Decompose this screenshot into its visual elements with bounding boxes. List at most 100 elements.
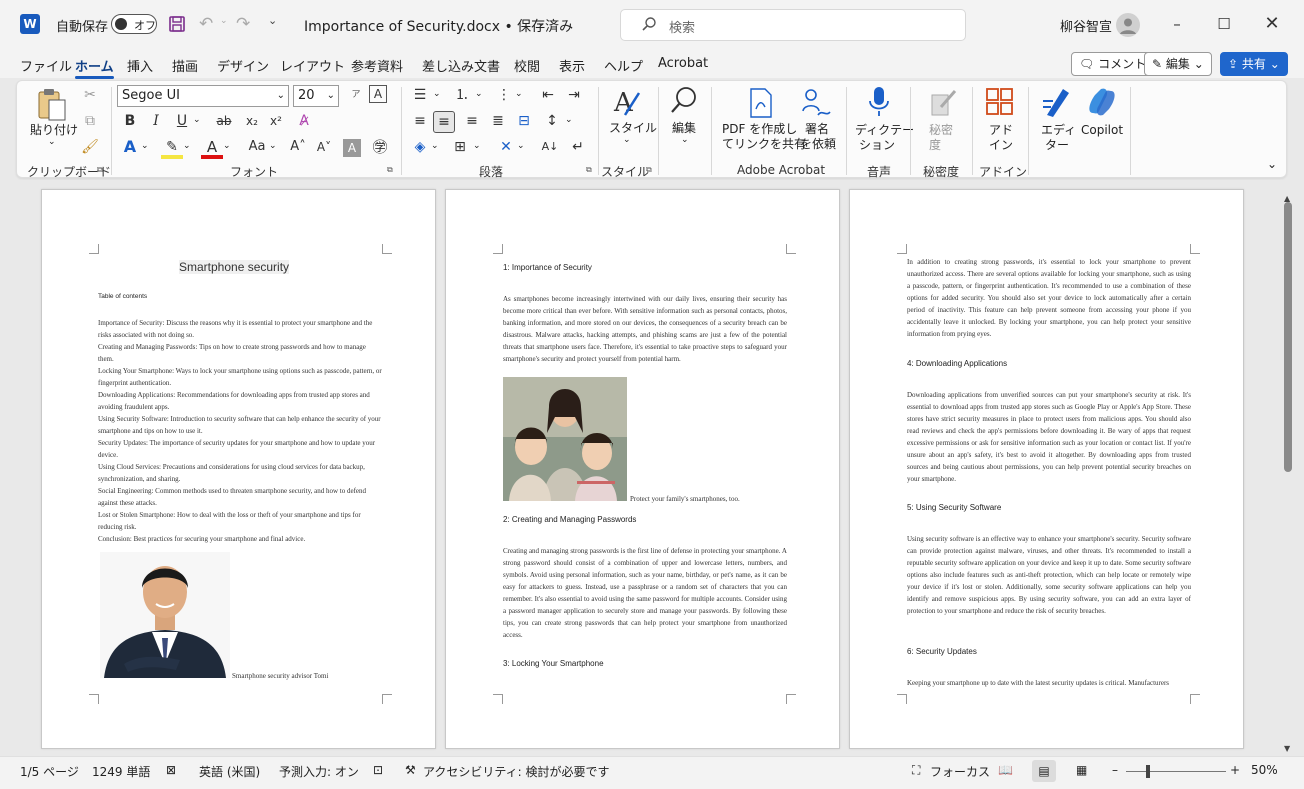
bold-icon[interactable]: B xyxy=(119,111,141,133)
customize-qat-icon[interactable]: ⌄ xyxy=(268,14,277,27)
phonetic-guide-icon[interactable]: ア xyxy=(345,85,367,107)
superscript-icon[interactable]: x² xyxy=(265,111,287,133)
word-count[interactable]: 1249 単語 xyxy=(92,763,150,780)
dictate-label-1[interactable]: ディクテー xyxy=(855,123,914,138)
enclose-characters-icon[interactable]: ㊫ xyxy=(369,137,391,159)
autosave-toggle[interactable]: オフ xyxy=(111,14,157,34)
asian-layout-icon[interactable]: ✕ xyxy=(495,137,517,159)
sensitivity-icon[interactable] xyxy=(929,87,957,117)
request-signature-icon[interactable] xyxy=(801,87,835,119)
find-icon[interactable] xyxy=(669,85,699,117)
tab-home[interactable]: ホーム xyxy=(75,56,114,79)
styles-label[interactable]: スタイル xyxy=(609,121,657,136)
chevron-down-icon[interactable]: ⌄ xyxy=(475,89,483,99)
title-chevron-down-icon[interactable]: ⌄ xyxy=(536,15,546,29)
dictate-label-2[interactable]: ション xyxy=(859,138,895,153)
family-photo[interactable] xyxy=(503,377,627,501)
chevron-down-icon[interactable]: ⌄ xyxy=(431,141,439,151)
create-pdf-icon[interactable] xyxy=(747,87,775,119)
microphone-icon[interactable] xyxy=(867,85,891,119)
font-name-combo[interactable]: Segoe UI ⌄ xyxy=(117,85,289,107)
advisor-photo[interactable] xyxy=(100,552,230,678)
align-right-icon[interactable]: ≡ xyxy=(461,111,483,133)
zoom-out-icon[interactable]: – xyxy=(1112,763,1118,777)
document-title[interactable]: Importance of Security.docx • 保存済み xyxy=(304,16,573,36)
addins-label-2[interactable]: イン xyxy=(989,138,1013,153)
shrink-font-icon[interactable]: A˅ xyxy=(313,137,335,159)
copy-icon[interactable]: ⧉ xyxy=(79,111,101,133)
enclosed-character-icon[interactable]: A xyxy=(369,85,387,103)
read-mode-icon[interactable]: 📖 xyxy=(998,763,1013,777)
sensitivity-label-2[interactable]: 度 xyxy=(929,138,941,153)
tab-draw[interactable]: 描画 xyxy=(172,56,198,75)
styles-icon[interactable]: A xyxy=(611,85,643,119)
share-button[interactable]: ⇪ 共有 ⌄ xyxy=(1220,52,1288,76)
paste-icon[interactable] xyxy=(35,87,69,123)
clipboard-launcher-icon[interactable]: ⧉ xyxy=(97,165,103,175)
shading-icon[interactable]: ◈ xyxy=(409,137,431,159)
addins-icon[interactable] xyxy=(985,87,1015,117)
font-launcher-icon[interactable]: ⧉ xyxy=(387,165,393,175)
increase-indent-icon[interactable]: ⇥ xyxy=(563,85,585,107)
focus-label[interactable]: フォーカス xyxy=(930,763,990,780)
paragraph-launcher-icon[interactable]: ⧉ xyxy=(586,165,592,175)
chevron-down-icon[interactable]: ⌄ xyxy=(223,141,231,151)
track-changes-icon[interactable]: ⊡ xyxy=(373,763,383,777)
format-painter-icon[interactable]: 🖌 xyxy=(79,137,101,159)
zoom-slider[interactable] xyxy=(1126,771,1226,772)
maximize-button[interactable]: ☐ xyxy=(1209,10,1239,40)
undo-icon[interactable]: ↶ xyxy=(199,14,217,34)
justify-icon[interactable]: ≣ xyxy=(487,111,509,133)
font-color-icon[interactable]: A xyxy=(201,137,223,159)
distributed-icon[interactable]: ⊟ xyxy=(513,111,535,133)
bullets-icon[interactable]: ☰ xyxy=(409,85,431,107)
scroll-up-icon[interactable]: ▲ xyxy=(1284,194,1292,203)
page-1[interactable]: Smartphone security Table of contents Im… xyxy=(41,189,436,749)
accessibility-status[interactable]: アクセシビリティ: 検討が必要です xyxy=(423,763,610,780)
sensitivity-label-1[interactable]: 秘密 xyxy=(929,123,953,138)
close-button[interactable]: ✕ xyxy=(1257,10,1287,40)
chevron-down-icon[interactable]: ⌄ xyxy=(193,115,201,125)
editor-label-1[interactable]: エディ xyxy=(1041,123,1076,138)
tab-design[interactable]: デザイン xyxy=(217,56,269,75)
tab-insert[interactable]: 挿入 xyxy=(127,56,153,75)
request-signature-label-1[interactable]: 署名 xyxy=(805,122,829,137)
minimize-button[interactable]: – xyxy=(1162,10,1192,40)
chevron-down-icon[interactable]: ⌄ xyxy=(681,135,689,145)
copilot-label[interactable]: Copilot xyxy=(1081,123,1123,138)
zoom-in-icon[interactable]: + xyxy=(1230,763,1240,777)
addins-label-1[interactable]: アド xyxy=(989,123,1013,138)
save-icon[interactable] xyxy=(168,14,186,34)
zoom-level[interactable]: 50% xyxy=(1251,763,1278,777)
subscript-icon[interactable]: x₂ xyxy=(241,111,263,133)
show-marks-icon[interactable]: ↵ xyxy=(567,137,589,159)
tab-mailings[interactable]: 差し込み文書 xyxy=(422,56,500,75)
editing-label[interactable]: 編集 xyxy=(672,121,696,136)
chevron-down-icon[interactable]: ⌄ xyxy=(183,141,191,151)
web-layout-icon[interactable]: ▦ xyxy=(1076,763,1087,777)
focus-icon[interactable]: ⛶ xyxy=(912,763,920,778)
sort-icon[interactable]: A↓ xyxy=(539,137,561,159)
chevron-down-icon[interactable]: ⌄ xyxy=(515,89,523,99)
chevron-down-icon[interactable]: ⌄ xyxy=(623,135,631,145)
zoom-slider-thumb[interactable] xyxy=(1146,765,1150,778)
copilot-icon[interactable] xyxy=(1085,85,1119,119)
multilevel-list-icon[interactable]: ⋮ xyxy=(493,85,515,107)
page-2[interactable]: 1: Importance of Security As smartphones… xyxy=(445,189,840,749)
change-case-icon[interactable]: Aa xyxy=(243,137,271,159)
strikethrough-icon[interactable]: ab xyxy=(213,111,235,133)
underline-icon[interactable]: U xyxy=(171,111,193,133)
tab-view[interactable]: 表示 xyxy=(559,56,585,75)
tab-help[interactable]: ヘルプ xyxy=(604,56,643,75)
chevron-down-icon[interactable]: ⌄ xyxy=(269,141,277,151)
scroll-down-icon[interactable]: ▼ xyxy=(1284,744,1292,753)
tab-references[interactable]: 参考資料 xyxy=(351,56,403,75)
proofing-icon[interactable]: ⊠ xyxy=(166,763,176,777)
italic-icon[interactable]: I xyxy=(145,111,167,133)
editing-mode-button[interactable]: ✎ 編集 ⌄ xyxy=(1144,52,1212,76)
align-left-icon[interactable]: ≡ xyxy=(409,111,431,133)
chevron-down-icon[interactable]: ⌄ xyxy=(433,89,441,99)
comment-button[interactable]: 🗨 コメント xyxy=(1071,52,1155,76)
chevron-down-icon[interactable]: ⌄ xyxy=(565,115,573,125)
font-size-combo[interactable]: 20 ⌄ xyxy=(293,85,339,107)
